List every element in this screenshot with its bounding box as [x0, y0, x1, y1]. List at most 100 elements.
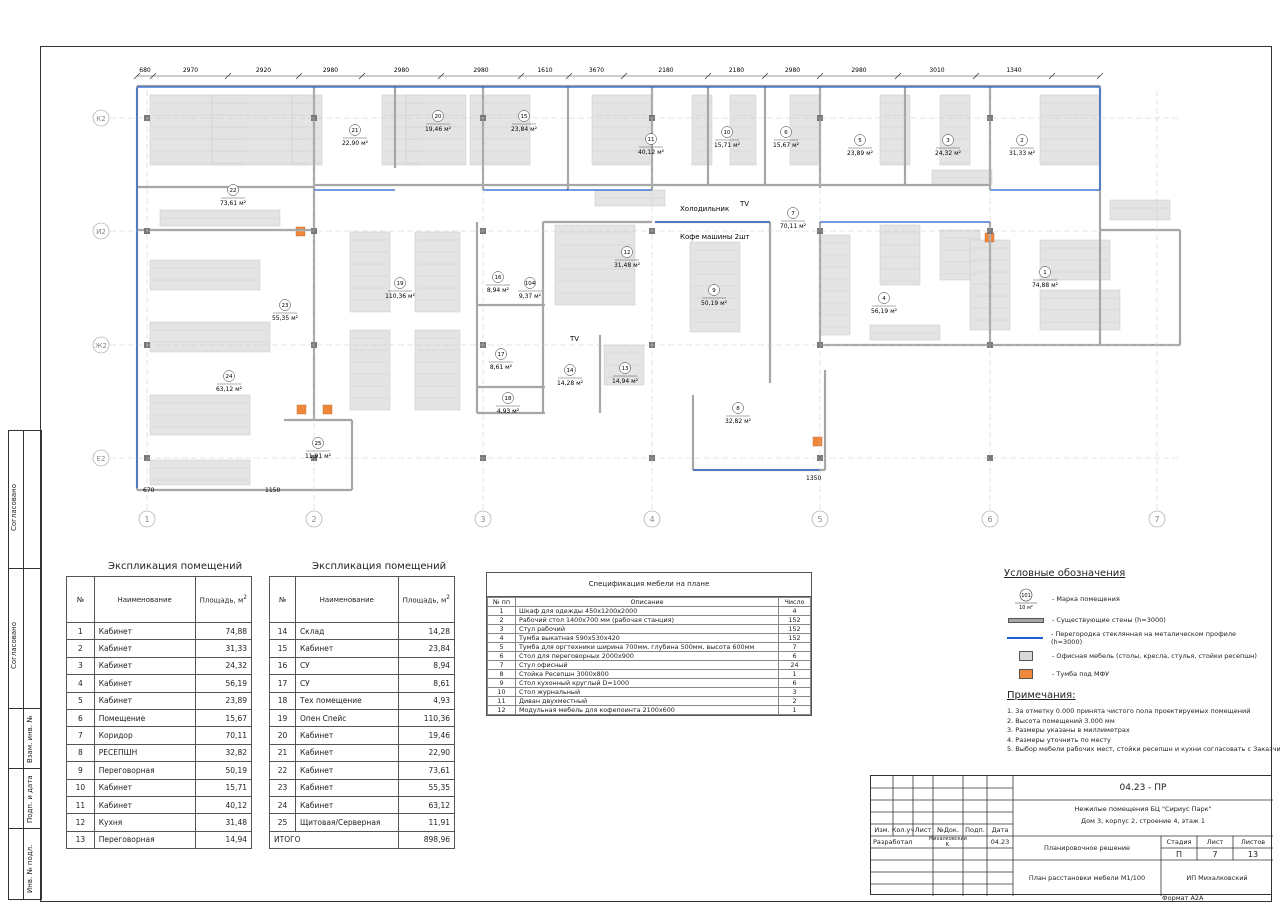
- cell-area: 110,36: [397, 708, 456, 728]
- col-name: Наименование: [294, 576, 399, 623]
- table-row: 1 Кабинет 74,88: [66, 621, 253, 641]
- cell-area: 32,82: [194, 743, 253, 763]
- room-number: 12: [624, 250, 631, 256]
- spec-title: Спецификация мебели на плане: [487, 573, 811, 597]
- cell-num: 11: [66, 795, 95, 815]
- room-area: 55,35 м²: [272, 315, 299, 322]
- cell-name: Кабинет: [93, 621, 196, 641]
- spec-num: 3: [487, 624, 516, 634]
- cell-name: Кабинет: [93, 778, 196, 797]
- table-row: 7 Коридор 70,11: [66, 726, 253, 745]
- cell-area: 50,19: [194, 761, 253, 780]
- side-label-inv-orig: Инв. № подл.: [26, 844, 34, 893]
- cell-num: 19: [269, 708, 296, 728]
- cell-area: 4,93: [397, 691, 456, 710]
- h-list: Лист: [914, 826, 932, 834]
- sheet-value: 7: [1212, 849, 1218, 859]
- dim-value: 2980: [785, 67, 800, 74]
- cell-name: Переговорная: [93, 830, 196, 850]
- room-number: 16: [495, 275, 502, 281]
- cell-area: 8,94: [397, 656, 456, 676]
- room-area: 74,88 м²: [1032, 282, 1059, 289]
- cell-area: 31,48: [194, 813, 253, 832]
- mfu-tumba: [295, 226, 306, 237]
- table-row: 22 Кабинет 73,61: [269, 761, 456, 780]
- col-num: №: [269, 576, 296, 623]
- room-area: 40,12 м²: [638, 149, 665, 156]
- room-area: 63,12 м²: [216, 386, 243, 393]
- spec-row: 4 Тумба выкатная 590х530х420 152: [487, 633, 811, 643]
- spec-col-qty: Число: [778, 597, 811, 607]
- cell-area: 73,61: [397, 761, 456, 780]
- spec-num: 2: [487, 615, 516, 625]
- spec-row: 7 Стул офисный 24: [487, 660, 811, 670]
- table-row: 5 Кабинет 23,89: [66, 691, 253, 710]
- cell-area: 15,71: [194, 778, 253, 797]
- cell-area: 22,90: [397, 743, 456, 763]
- cell-name: Кабинет: [294, 743, 399, 763]
- furniture-block: [931, 169, 993, 186]
- spec-num: 6: [487, 651, 516, 661]
- room-area: 11,91 м²: [305, 453, 332, 460]
- cell-num: 10: [66, 778, 95, 797]
- spec-num: 5: [487, 642, 516, 652]
- room-number: 5: [858, 138, 862, 144]
- room-number: 3: [946, 138, 950, 144]
- spec-num: 11: [487, 696, 516, 706]
- room-number: 18: [505, 396, 512, 402]
- explication-caption: Экспликация помещений: [108, 561, 243, 572]
- sheets-value: 13: [1247, 849, 1259, 859]
- developer-date: 04.23: [990, 838, 1010, 846]
- doc-code: 04.23 - ПР: [1119, 783, 1167, 793]
- room-number: 17: [498, 352, 505, 358]
- spec-row: 10 Стол журнальный 3: [487, 687, 811, 697]
- table-row: 20 Кабинет 19,46: [269, 726, 456, 745]
- spec-table: № пп Описание Число 1 Шкаф для одежды 450…: [487, 597, 811, 715]
- mfu-tumba: [296, 404, 307, 415]
- h-doc: №Док.: [937, 826, 959, 834]
- spec-num: 7: [487, 660, 516, 670]
- cell-name: Кухня: [93, 813, 196, 832]
- svg-text:10 м²: 10 м²: [1019, 605, 1033, 611]
- legend-row: - Офисная мебель (столы, кресла, стулья,…: [1004, 647, 1264, 665]
- room-area: 8,94 м²: [487, 287, 510, 294]
- legend-row: - Перегородка стеклянная на металическом…: [1004, 629, 1264, 647]
- cell-name: СУ: [294, 674, 399, 693]
- cell-num: 5: [66, 691, 95, 710]
- room-number: 104: [525, 281, 536, 287]
- cell-name: Кабинет: [294, 778, 399, 797]
- room-number: 11: [648, 137, 655, 143]
- spec-num: 12: [487, 705, 516, 715]
- cell-num: 25: [269, 813, 296, 832]
- side-label-sign-date: Подп. и дата: [26, 775, 34, 823]
- axis-label: 5: [817, 515, 822, 524]
- room-area: 31,48 м²: [614, 262, 641, 269]
- spec-qty: 6: [778, 678, 811, 688]
- cell-num: 9: [66, 761, 95, 780]
- room-number: 19: [397, 281, 404, 287]
- cell-num: 18: [269, 691, 296, 710]
- total-label: ИТОГО: [269, 830, 399, 850]
- cell-name: Опен Спейс: [294, 708, 399, 728]
- room-area: 4,93 м²: [497, 408, 520, 415]
- col-area: Площадь, м2: [397, 576, 456, 623]
- cell-num: 17: [269, 674, 296, 693]
- company: ИП Михалковский: [1186, 874, 1248, 882]
- legend: Условные обозначения 101 10 м² - Марка по…: [1004, 568, 1264, 683]
- cell-name: СУ: [294, 656, 399, 676]
- spec-col-desc: Описание: [515, 597, 779, 607]
- furniture-block: [729, 94, 757, 166]
- cell-area: 55,35: [397, 778, 456, 797]
- spec-num: 9: [487, 678, 516, 688]
- spec-row: 12 Модульная мебель для кофепоинта 2100х6…: [487, 705, 811, 715]
- room-number: 14: [567, 368, 574, 374]
- cell-name: РЕСЕПШН: [93, 743, 196, 763]
- room-marker-icon: 101 10 м²: [1004, 587, 1048, 611]
- room-number: 10: [724, 130, 731, 136]
- side-label-inv-replace: Взам. инв. №: [26, 715, 34, 763]
- spec-qty: 24: [778, 660, 811, 670]
- col-num: №: [66, 576, 95, 623]
- cell-name: Склад: [294, 621, 399, 641]
- room-number: 7: [791, 211, 795, 217]
- spec-desc: Тумба выкатная 590х530х420: [515, 633, 779, 643]
